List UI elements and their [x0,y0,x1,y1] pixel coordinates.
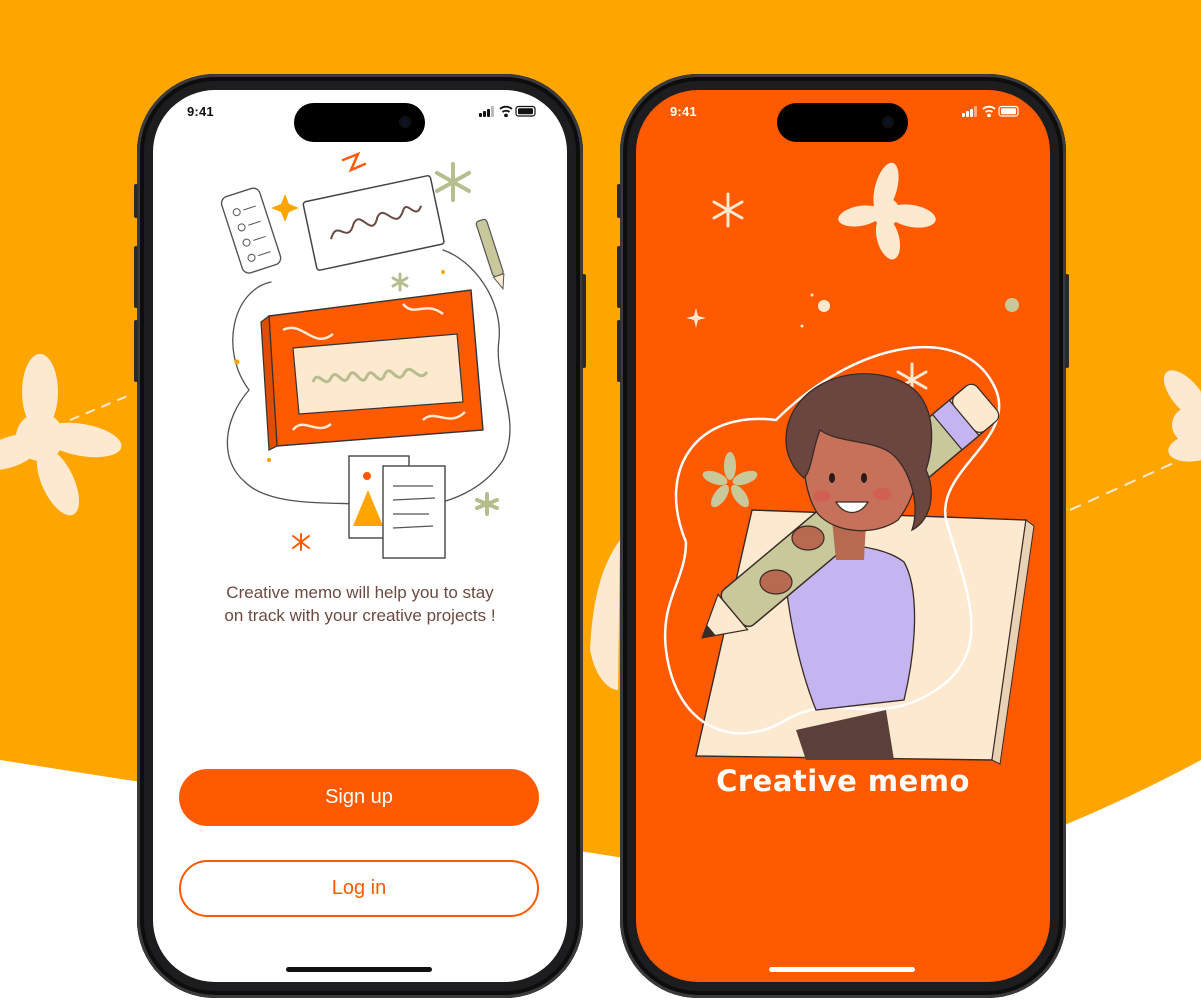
brand-title: Creative memo [716,764,970,798]
log-in-button[interactable]: Log in [179,860,539,917]
power-button [1065,274,1069,368]
power-button [582,274,586,368]
home-indicator[interactable] [286,967,432,972]
mute-switch [617,184,621,218]
volume-up-button [617,246,621,308]
mute-switch [134,184,138,218]
tagline-line: on track with your creative projects ! [224,606,496,625]
tagline: Creative memo will help you to stay on t… [183,581,537,627]
volume-up-button [134,246,138,308]
home-indicator[interactable] [769,967,915,972]
phone-left: 9:41 Creative memo will help you to stay… [134,74,586,998]
onboarding-screen: 9:41 Creative memo will help you to stay… [153,90,567,982]
woman-with-pencil-illustration [663,162,1035,765]
volume-down-button [617,320,621,382]
volume-down-button [134,320,138,382]
splash-screen: 9:41 Creative memo [636,90,1050,982]
phone-right: 9:41 Creative memo [617,74,1069,998]
sign-up-button[interactable]: Sign up [179,769,539,826]
tagline-line: Creative memo will help you to stay [226,583,494,602]
notebook-illustration [220,151,511,559]
sparkle-icon [271,194,299,222]
